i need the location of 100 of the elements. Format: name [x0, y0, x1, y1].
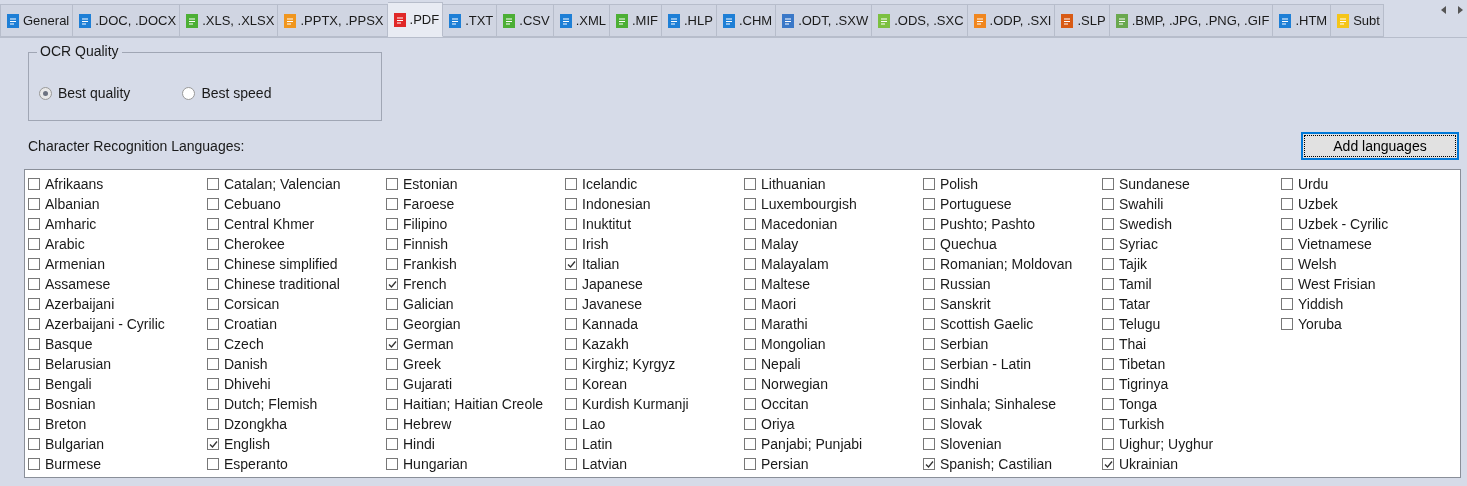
- language-checkbox[interactable]: Haitian; Haitian Creole: [386, 394, 565, 414]
- language-checkbox[interactable]: Turkish: [1102, 414, 1281, 434]
- language-checkbox[interactable]: Maltese: [744, 274, 923, 294]
- language-checkbox[interactable]: Tonga: [1102, 394, 1281, 414]
- tab[interactable]: .BMP, .JPG, .PNG, .GIF: [1109, 4, 1274, 37]
- language-checkbox[interactable]: Lao: [565, 414, 744, 434]
- language-checkbox[interactable]: Serbian: [923, 334, 1102, 354]
- language-checkbox[interactable]: Malay: [744, 234, 923, 254]
- language-checkbox[interactable]: Azerbaijani: [28, 294, 207, 314]
- tab[interactable]: .TXT: [443, 4, 498, 37]
- tab[interactable]: Subt: [1331, 4, 1384, 37]
- language-checkbox[interactable]: Dhivehi: [207, 374, 386, 394]
- language-checkbox[interactable]: Burmese: [28, 454, 207, 474]
- language-checkbox[interactable]: Russian: [923, 274, 1102, 294]
- language-checkbox[interactable]: Central Khmer: [207, 214, 386, 234]
- language-checkbox[interactable]: Galician: [386, 294, 565, 314]
- language-checkbox[interactable]: West Frisian: [1281, 274, 1460, 294]
- language-checkbox[interactable]: Romanian; Moldovan: [923, 254, 1102, 274]
- language-checkbox[interactable]: Maori: [744, 294, 923, 314]
- language-checkbox[interactable]: Ukrainian: [1102, 454, 1281, 474]
- language-checkbox[interactable]: Hungarian: [386, 454, 565, 474]
- language-checkbox[interactable]: Cherokee: [207, 234, 386, 254]
- language-checkbox[interactable]: Danish: [207, 354, 386, 374]
- language-checkbox[interactable]: Afrikaans: [28, 174, 207, 194]
- language-checkbox[interactable]: Breton: [28, 414, 207, 434]
- language-checkbox[interactable]: Tigrinya: [1102, 374, 1281, 394]
- language-checkbox[interactable]: Yoruba: [1281, 314, 1460, 334]
- language-checkbox[interactable]: Corsican: [207, 294, 386, 314]
- language-checkbox[interactable]: Portuguese: [923, 194, 1102, 214]
- language-checkbox[interactable]: Finnish: [386, 234, 565, 254]
- language-checkbox[interactable]: Catalan; Valencian: [207, 174, 386, 194]
- language-checkbox[interactable]: Kazakh: [565, 334, 744, 354]
- language-checkbox[interactable]: Gujarati: [386, 374, 565, 394]
- language-checkbox[interactable]: Sundanese: [1102, 174, 1281, 194]
- language-checkbox[interactable]: Bengali: [28, 374, 207, 394]
- language-checkbox[interactable]: Inuktitut: [565, 214, 744, 234]
- language-checkbox[interactable]: Malayalam: [744, 254, 923, 274]
- language-checkbox[interactable]: Chinese traditional: [207, 274, 386, 294]
- language-checkbox[interactable]: Armenian: [28, 254, 207, 274]
- language-checkbox[interactable]: Yiddish: [1281, 294, 1460, 314]
- tab[interactable]: .MIF: [610, 4, 662, 37]
- tab[interactable]: .HTM: [1273, 4, 1332, 37]
- language-checkbox[interactable]: Croatian: [207, 314, 386, 334]
- language-checkbox[interactable]: Indonesian: [565, 194, 744, 214]
- language-checkbox[interactable]: Marathi: [744, 314, 923, 334]
- language-checkbox[interactable]: Basque: [28, 334, 207, 354]
- language-checkbox[interactable]: Slovenian: [923, 434, 1102, 454]
- language-checkbox[interactable]: Vietnamese: [1281, 234, 1460, 254]
- radio-option[interactable]: Best speed: [182, 85, 272, 101]
- language-checkbox[interactable]: Oriya: [744, 414, 923, 434]
- language-checkbox[interactable]: Macedonian: [744, 214, 923, 234]
- language-checkbox[interactable]: Welsh: [1281, 254, 1460, 274]
- language-checkbox[interactable]: Faroese: [386, 194, 565, 214]
- language-checkbox[interactable]: Occitan: [744, 394, 923, 414]
- language-checkbox[interactable]: Thai: [1102, 334, 1281, 354]
- tab[interactable]: General: [0, 4, 74, 37]
- language-checkbox[interactable]: Tibetan: [1102, 354, 1281, 374]
- language-checkbox[interactable]: Frankish: [386, 254, 565, 274]
- language-checkbox[interactable]: Esperanto: [207, 454, 386, 474]
- language-checkbox[interactable]: Tajik: [1102, 254, 1281, 274]
- language-checkbox[interactable]: Bulgarian: [28, 434, 207, 454]
- language-checkbox[interactable]: Tatar: [1102, 294, 1281, 314]
- tab[interactable]: .SLP: [1055, 4, 1110, 37]
- scroll-right-icon[interactable]: [1457, 6, 1463, 14]
- language-checkbox[interactable]: Azerbaijani - Cyrilic: [28, 314, 207, 334]
- tab[interactable]: .ODT, .SXW: [776, 4, 873, 37]
- language-checkbox[interactable]: Amharic: [28, 214, 207, 234]
- language-checkbox[interactable]: Arabic: [28, 234, 207, 254]
- language-checkbox[interactable]: Luxembourgish: [744, 194, 923, 214]
- language-checkbox[interactable]: Belarusian: [28, 354, 207, 374]
- language-checkbox[interactable]: French: [386, 274, 565, 294]
- language-checkbox[interactable]: Persian: [744, 454, 923, 474]
- tab[interactable]: .HLP: [662, 4, 717, 37]
- language-checkbox[interactable]: Czech: [207, 334, 386, 354]
- language-checkbox[interactable]: Quechua: [923, 234, 1102, 254]
- language-checkbox[interactable]: Uzbek - Cyrilic: [1281, 214, 1460, 234]
- language-checkbox[interactable]: Nepali: [744, 354, 923, 374]
- language-checkbox[interactable]: Swahili: [1102, 194, 1281, 214]
- tab[interactable]: .XLS, .XLSX: [180, 4, 279, 37]
- language-checkbox[interactable]: Italian: [565, 254, 744, 274]
- language-checkbox[interactable]: Japanese: [565, 274, 744, 294]
- language-checkbox[interactable]: German: [386, 334, 565, 354]
- tab[interactable]: .XML: [553, 4, 610, 37]
- tab[interactable]: .ODS, .SXC: [872, 4, 968, 37]
- language-checkbox[interactable]: Serbian - Latin: [923, 354, 1102, 374]
- language-checkbox[interactable]: Mongolian: [744, 334, 923, 354]
- language-checkbox[interactable]: Albanian: [28, 194, 207, 214]
- language-checkbox[interactable]: Spanish; Castilian: [923, 454, 1102, 474]
- tab[interactable]: .PDF: [387, 2, 444, 37]
- language-checkbox[interactable]: Swedish: [1102, 214, 1281, 234]
- language-checkbox[interactable]: Uighur; Uyghur: [1102, 434, 1281, 454]
- language-checkbox[interactable]: Sanskrit: [923, 294, 1102, 314]
- language-checkbox[interactable]: Javanese: [565, 294, 744, 314]
- language-checkbox[interactable]: Scottish Gaelic: [923, 314, 1102, 334]
- language-checkbox[interactable]: Sinhala; Sinhalese: [923, 394, 1102, 414]
- language-checkbox[interactable]: Norwegian: [744, 374, 923, 394]
- language-checkbox[interactable]: Tamil: [1102, 274, 1281, 294]
- scroll-left-icon[interactable]: [1441, 6, 1447, 14]
- language-checkbox[interactable]: Cebuano: [207, 194, 386, 214]
- language-checkbox[interactable]: Georgian: [386, 314, 565, 334]
